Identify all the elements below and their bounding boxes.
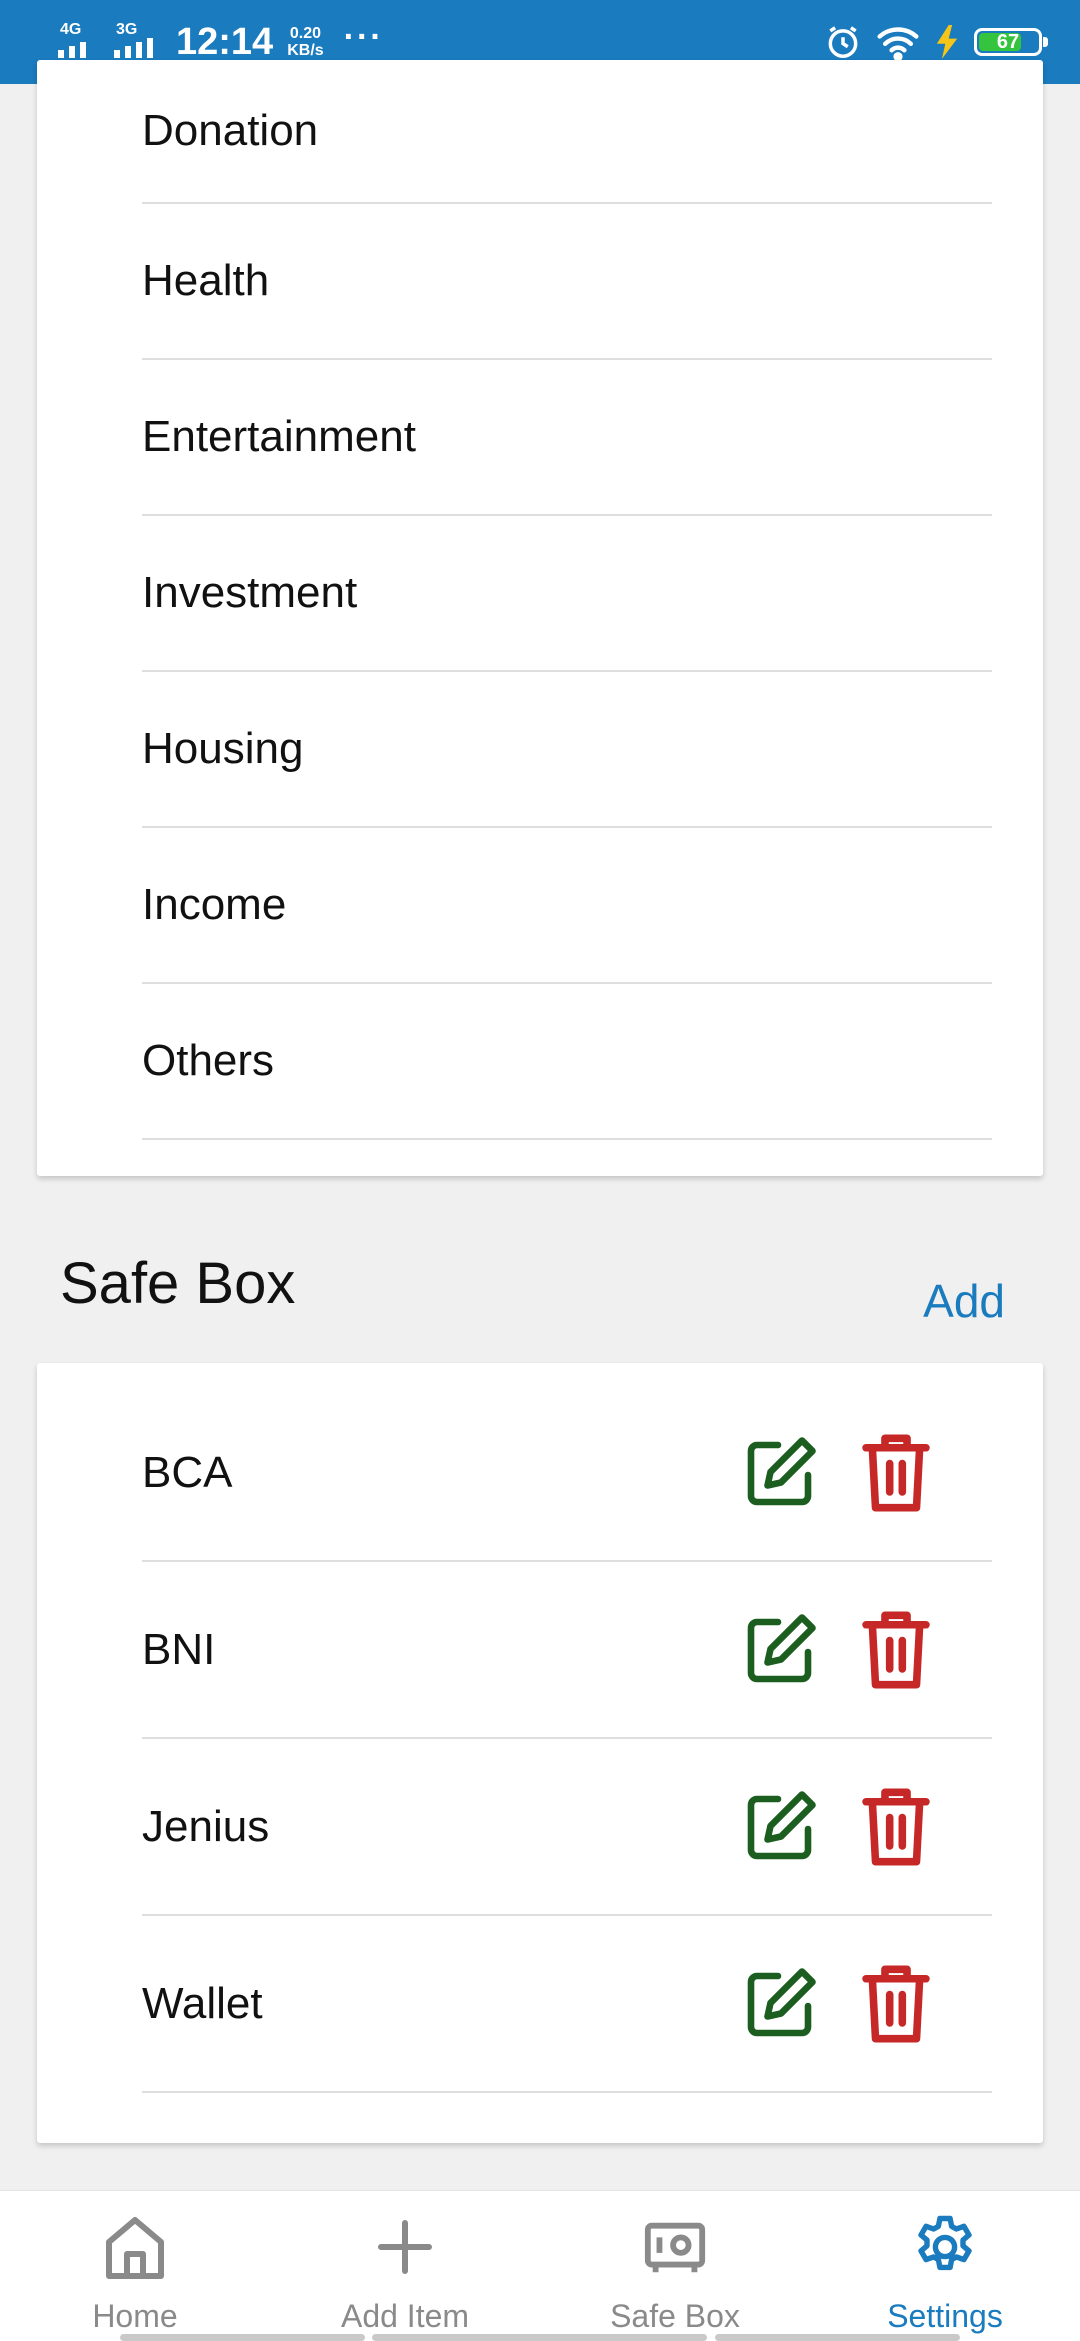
delete-icon[interactable] xyxy=(860,1963,932,2045)
network-type-2: 3G xyxy=(116,21,138,38)
categories-card: Donation Health Entertainment Investment Hou… xyxy=(37,60,1043,1176)
row-actions xyxy=(742,1963,932,2045)
signal-3g-icon: 3G xyxy=(114,22,162,62)
speed-unit: KB/s xyxy=(287,42,324,59)
edit-icon[interactable] xyxy=(742,1432,820,1514)
category-row[interactable]: Others xyxy=(142,984,992,1140)
category-label: Others xyxy=(142,1036,275,1085)
clock: 12:14 xyxy=(176,20,274,63)
safe-box-row: BCA xyxy=(142,1385,992,1562)
category-row[interactable]: Income xyxy=(142,828,992,984)
row-actions xyxy=(742,1609,932,1691)
delete-icon[interactable] xyxy=(860,1432,932,1514)
delete-icon[interactable] xyxy=(860,1786,932,1868)
category-label: Investment xyxy=(142,568,358,617)
safe-box-label: Wallet xyxy=(142,1978,263,2028)
safe-box-label: BCA xyxy=(142,1447,233,1497)
wifi-icon xyxy=(877,27,919,61)
tab-home[interactable]: Home xyxy=(0,2191,270,2341)
signal-4g-icon: 4G xyxy=(58,22,106,62)
bottom-nav: Home Add Item Safe Box Settings xyxy=(0,2190,1080,2341)
row-actions xyxy=(742,1432,932,1514)
safe-box-title: Safe Box xyxy=(60,1251,296,1316)
category-label: Income xyxy=(142,880,287,929)
tab-add-item-label: Add Item xyxy=(340,2298,470,2334)
edit-icon[interactable] xyxy=(742,1963,820,2045)
battery-icon: 67 xyxy=(974,28,1048,56)
plus-icon xyxy=(378,2220,432,2274)
category-label: Health xyxy=(142,256,270,305)
charging-icon xyxy=(936,25,958,59)
network-type-1: 4G xyxy=(60,21,82,38)
speed-value: 0.20 xyxy=(289,25,321,42)
edit-icon[interactable] xyxy=(742,1609,820,1691)
category-row[interactable]: Health xyxy=(142,204,992,360)
tab-settings-label: Settings xyxy=(887,2298,1003,2334)
home-icon xyxy=(106,2217,164,2279)
tab-home-label: Home xyxy=(92,2298,178,2334)
tab-safe-box[interactable]: Safe Box xyxy=(540,2191,810,2341)
category-row[interactable]: Donation xyxy=(142,60,992,204)
safe-box-label: BNI xyxy=(142,1624,216,1674)
category-label: Donation xyxy=(142,106,319,155)
safe-box-card: BCA BNI Jenius Wallet xyxy=(37,1363,1043,2143)
safe-icon xyxy=(644,2222,706,2273)
network-speed: 0.20 KB/s xyxy=(287,25,323,59)
row-actions xyxy=(742,1786,932,1868)
category-row[interactable]: Investment xyxy=(142,516,992,672)
more-notifications-icon: ··· xyxy=(343,17,384,56)
edit-icon[interactable] xyxy=(742,1786,820,1868)
tab-settings[interactable]: Settings xyxy=(810,2191,1080,2341)
battery-level: 67 xyxy=(996,31,1020,53)
safe-box-row: Jenius xyxy=(142,1739,992,1916)
tab-add-item[interactable]: Add Item xyxy=(270,2191,540,2341)
tab-safe-box-label: Safe Box xyxy=(610,2298,740,2334)
safe-box-row: BNI xyxy=(142,1562,992,1739)
safe-box-label: Jenius xyxy=(142,1801,270,1851)
add-safe-box-button[interactable]: Add xyxy=(923,1274,1005,1328)
gear-icon xyxy=(918,2215,972,2271)
category-row[interactable]: Entertainment xyxy=(142,360,992,516)
category-row[interactable]: Housing xyxy=(142,672,992,828)
safe-box-row: Wallet xyxy=(142,1916,992,2093)
category-label: Housing xyxy=(142,724,304,773)
alarm-icon xyxy=(828,26,858,58)
delete-icon[interactable] xyxy=(860,1609,932,1691)
category-label: Entertainment xyxy=(142,412,416,461)
